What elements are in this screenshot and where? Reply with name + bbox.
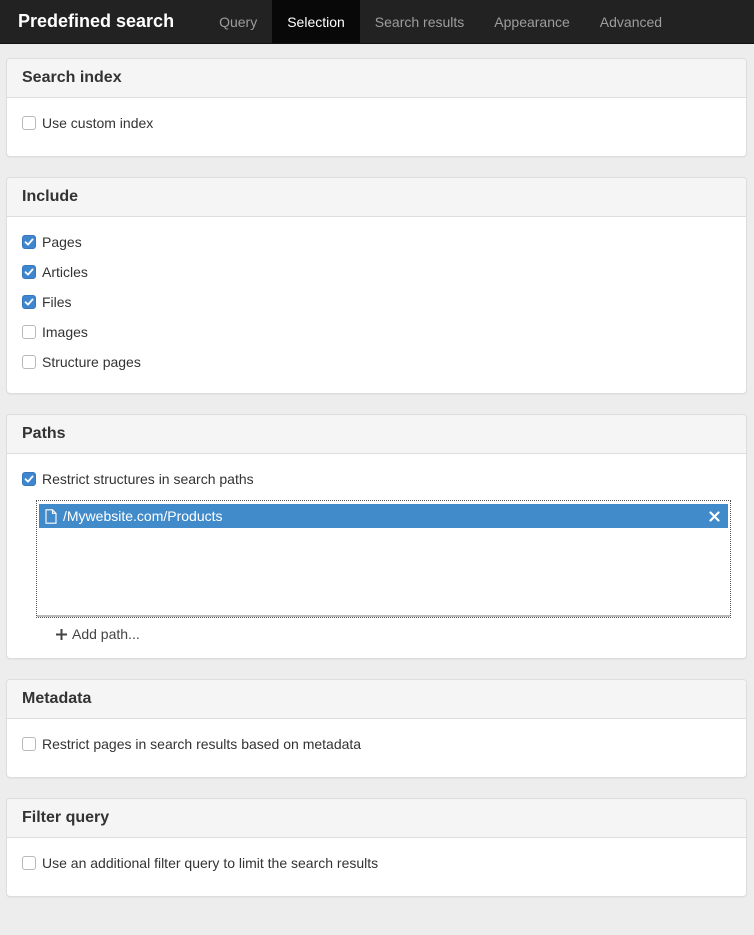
checkbox-label: Restrict pages in search results based o… bbox=[42, 736, 362, 752]
checkbox-label: Restrict structures in search paths bbox=[42, 471, 254, 487]
search-index-panel: Search index Use custom index bbox=[6, 58, 747, 157]
use-filter-query-option[interactable]: Use an additional filter query to limit … bbox=[22, 848, 731, 878]
include-images-option[interactable]: Images bbox=[22, 317, 731, 347]
tab-advanced[interactable]: Advanced bbox=[585, 0, 677, 43]
checkmark-icon bbox=[24, 268, 34, 276]
checkbox-label: Pages bbox=[42, 234, 82, 250]
add-path-button[interactable]: Add path... bbox=[55, 626, 731, 642]
include-images-checkbox[interactable] bbox=[22, 325, 36, 339]
checkbox-label: Use custom index bbox=[42, 115, 154, 131]
restrict-structures-option[interactable]: Restrict structures in search paths bbox=[22, 464, 731, 494]
tab-appearance[interactable]: Appearance bbox=[479, 0, 585, 43]
include-structure-pages-option[interactable]: Structure pages bbox=[22, 347, 731, 377]
add-path-label: Add path... bbox=[72, 626, 140, 642]
checkbox-label: Files bbox=[42, 294, 72, 310]
include-articles-option[interactable]: Articles bbox=[22, 257, 731, 287]
tab-selection[interactable]: Selection bbox=[272, 0, 360, 43]
restrict-metadata-option[interactable]: Restrict pages in search results based o… bbox=[22, 729, 731, 759]
checkmark-icon bbox=[24, 238, 34, 246]
checkbox-label: Structure pages bbox=[42, 354, 141, 370]
include-pages-option[interactable]: Pages bbox=[22, 227, 731, 257]
use-filter-query-checkbox[interactable] bbox=[22, 856, 36, 870]
restrict-structures-checkbox[interactable] bbox=[22, 472, 36, 486]
main-content: Search index Use custom index Include Pa… bbox=[0, 44, 754, 897]
top-navbar: Predefined search Query Selection Search… bbox=[0, 0, 754, 44]
restrict-metadata-checkbox[interactable] bbox=[22, 737, 36, 751]
search-path-list[interactable]: /Mywebsite.com/Products bbox=[36, 500, 731, 618]
checkbox-label: Use an additional filter query to limit … bbox=[42, 855, 379, 871]
include-files-option[interactable]: Files bbox=[22, 287, 731, 317]
panel-title: Metadata bbox=[7, 680, 746, 719]
remove-path-icon[interactable] bbox=[709, 510, 720, 522]
panel-title: Filter query bbox=[7, 799, 746, 838]
use-custom-index-option[interactable]: Use custom index bbox=[22, 108, 731, 138]
include-articles-checkbox[interactable] bbox=[22, 265, 36, 279]
checkbox-label: Images bbox=[42, 324, 88, 340]
include-pages-checkbox[interactable] bbox=[22, 235, 36, 249]
panel-title: Paths bbox=[7, 415, 746, 454]
paths-panel: Paths Restrict structures in search path… bbox=[6, 414, 747, 659]
metadata-panel: Metadata Restrict pages in search result… bbox=[6, 679, 747, 778]
panel-title: Search index bbox=[7, 59, 746, 98]
include-panel: Include Pages Articles Files Images Stru… bbox=[6, 177, 747, 394]
checkmark-icon bbox=[24, 298, 34, 306]
path-list-item[interactable]: /Mywebsite.com/Products bbox=[39, 504, 728, 528]
include-files-checkbox[interactable] bbox=[22, 295, 36, 309]
plus-icon bbox=[55, 628, 68, 641]
tab-query[interactable]: Query bbox=[204, 0, 272, 43]
include-structure-pages-checkbox[interactable] bbox=[22, 355, 36, 369]
panel-title: Include bbox=[7, 178, 746, 217]
filter-query-panel: Filter query Use an additional filter qu… bbox=[6, 798, 747, 897]
app-title: Predefined search bbox=[18, 11, 175, 31]
tab-search-results[interactable]: Search results bbox=[360, 0, 479, 43]
path-text: /Mywebsite.com/Products bbox=[63, 508, 223, 524]
use-custom-index-checkbox[interactable] bbox=[22, 116, 36, 130]
checkbox-label: Articles bbox=[42, 264, 88, 280]
file-icon bbox=[45, 508, 57, 524]
checkmark-icon bbox=[24, 475, 34, 483]
